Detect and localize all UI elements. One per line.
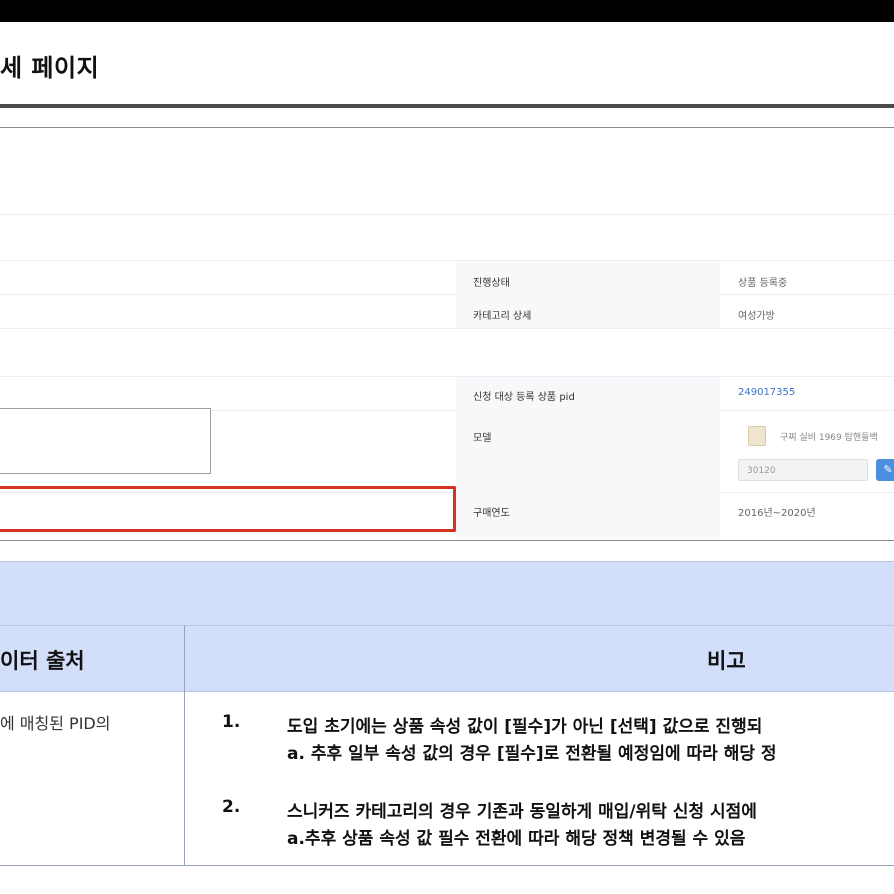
- pid-label: 신청 대상 등록 상품 pid: [473, 392, 575, 403]
- policy-table: 이터 출처 비고 에 매칭된 PID의 1. 도입 초기에는 상품 속성 값이 …: [0, 561, 894, 866]
- row-divider: [0, 260, 894, 261]
- bag-thumbnail-image: [748, 426, 766, 446]
- row-divider: [0, 376, 894, 377]
- edit-button[interactable]: ✎: [876, 459, 894, 481]
- category-label: 카테고리 상세: [473, 311, 532, 322]
- detail-screenshot-panel: 진행상태 상품 등록중 카테고리 상세 여성가방 신청 대상 등록 상품 pid…: [0, 127, 894, 541]
- category-value: 여성가방: [738, 311, 775, 322]
- note-number: 2.: [222, 797, 241, 817]
- header-note: 비고: [707, 649, 746, 673]
- page-title: 세 페이지: [0, 54, 100, 82]
- note-subline: a. 추후 일부 속성 값의 경우 [필수]로 전환될 예정임에 따라 해당 정: [287, 744, 777, 764]
- model-name: 구찌 실비 1969 탑핸들백: [780, 433, 878, 443]
- title-divider: [0, 104, 894, 108]
- memo-textarea[interactable]: [0, 408, 211, 474]
- table-header-row: [0, 625, 894, 692]
- model-label: 모델: [473, 433, 492, 444]
- pid-link[interactable]: 249017355: [738, 387, 795, 398]
- note-number: 1.: [222, 712, 241, 732]
- column-divider: [184, 625, 185, 866]
- top-black-bar: [0, 0, 894, 22]
- purchase-year-value: 2016년~2020년: [738, 508, 816, 519]
- note-line: 도입 초기에는 상품 속성 값이 [필수]가 아닌 [선택] 값으로 진행되: [287, 717, 763, 737]
- source-cell: 에 매칭된 PID의: [0, 714, 111, 733]
- model-pid-input[interactable]: 30120: [738, 459, 868, 481]
- header-data-source: 이터 출처: [0, 649, 85, 673]
- row-divider: [0, 214, 894, 215]
- table-bottom-border: [0, 865, 894, 866]
- note-subline: a.추후 상품 속성 값 필수 전환에 따라 해당 정책 변경될 수 있음: [287, 829, 746, 849]
- row-divider: [0, 328, 894, 329]
- row-divider: [0, 294, 894, 295]
- pencil-icon: ✎: [883, 463, 893, 476]
- highlight-box: [0, 486, 456, 532]
- status-label: 진행상태: [473, 278, 510, 289]
- purchase-year-label: 구매연도: [473, 508, 510, 519]
- table-caption-row: [0, 561, 894, 626]
- status-value: 상품 등록중: [738, 278, 788, 289]
- note-line: 스니커즈 카테고리의 경우 기존과 동일하게 매입/위탁 신청 시점에: [287, 802, 757, 822]
